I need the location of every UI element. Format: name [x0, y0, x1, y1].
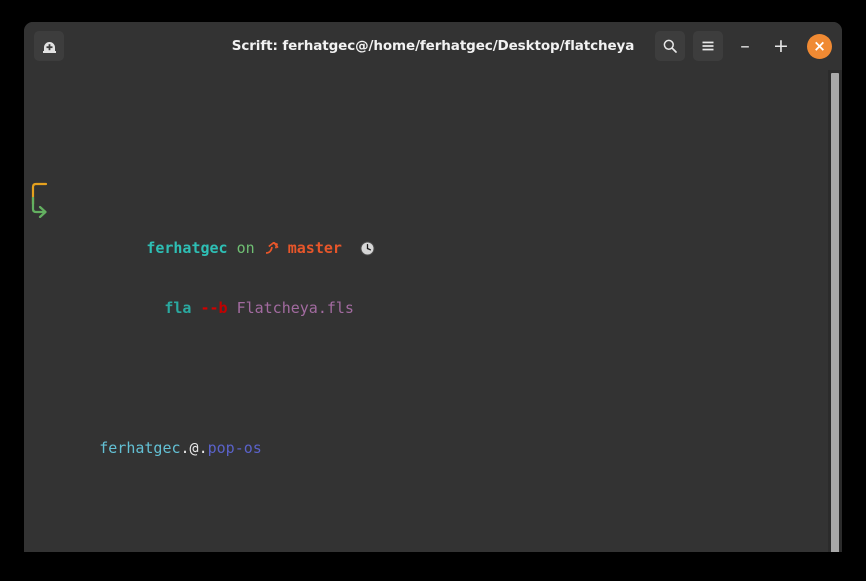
terminal-output[interactable]: ferhatgec on master fla --b Flatcheya.fl…	[24, 70, 828, 552]
command-name: fla	[164, 299, 192, 317]
command-dashes: --	[200, 299, 219, 317]
userhost-user: ferhatgec	[99, 439, 181, 457]
prompt-on: on	[236, 239, 255, 257]
userhost-line: ferhatgec.@.pop-os	[26, 418, 828, 457]
git-branch-icon	[265, 241, 279, 254]
add-terminal-icon[interactable]	[34, 31, 64, 61]
prompt-top: ferhatgec on master fla --b Flatcheya.fl…	[26, 158, 828, 338]
prompt-bracket-icon	[31, 182, 48, 218]
search-icon[interactable]	[655, 31, 685, 61]
clock-icon	[360, 241, 375, 256]
vertical-scrollbar[interactable]	[828, 70, 842, 552]
title-bar: Scrift: ferhatgec@/home/ferhatgec/Deskto…	[24, 22, 842, 70]
prompt-branch: master	[287, 239, 342, 257]
command-flag: b	[218, 299, 228, 317]
hamburger-menu-icon[interactable]	[693, 31, 723, 61]
command-argument: Flatcheya.fls	[236, 299, 354, 317]
close-button[interactable]: ×	[807, 33, 832, 59]
userhost-sep: .@.	[180, 439, 208, 457]
prompt-user: ferhatgec	[146, 239, 228, 257]
userhost-host: pop-os	[207, 439, 262, 457]
scrollbar-thumb[interactable]	[831, 73, 839, 552]
maximize-button[interactable]: +	[767, 32, 795, 60]
titlebar-controls: – + ×	[655, 31, 832, 61]
terminal-window: Scrift: ferhatgec@/home/ferhatgec/Deskto…	[24, 22, 842, 552]
minimize-button[interactable]: –	[731, 32, 759, 60]
terminal-area: ferhatgec on master fla --b Flatcheya.fl…	[24, 70, 842, 552]
